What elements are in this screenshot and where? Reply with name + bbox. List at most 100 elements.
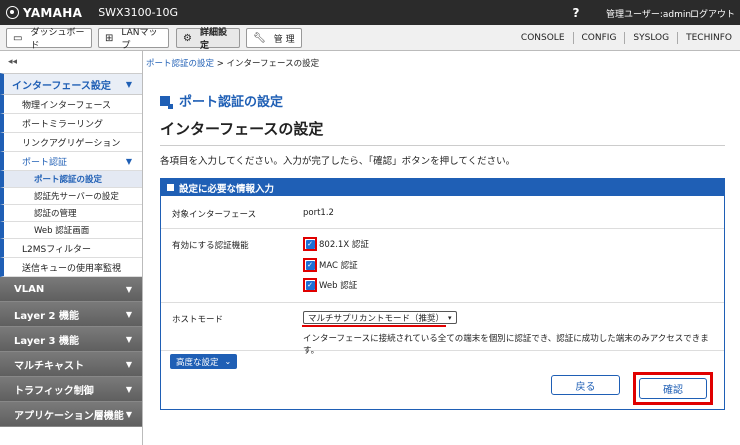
tab-label: LANマップ <box>121 28 158 51</box>
caret-down-icon: ▼ <box>125 334 132 344</box>
confirm-highlight: 確認 <box>633 372 713 405</box>
top-bar: YAMAHA SWX3100-10G ? 管理ユーザー:admin ログアウト <box>0 0 740 25</box>
sidebar-subitem-auth-management[interactable]: 認証の管理 <box>0 205 142 222</box>
sidebar-subitem-web-auth-screen[interactable]: Web 認証画面 <box>0 222 142 239</box>
config-link[interactable]: CONFIG <box>572 32 625 44</box>
row-target-interface: 対象インターフェース port1.2 <box>161 196 724 229</box>
tab-management[interactable]: 🔧︎ 管 理 <box>246 28 302 48</box>
yamaha-logo-icon <box>6 6 19 19</box>
group-label: VLAN <box>14 283 45 295</box>
input-panel: 設定に必要な情報入力 対象インターフェース port1.2 有効にする認証機能 … <box>160 178 725 410</box>
caret-down-icon: ▼ <box>125 156 132 166</box>
checkbox-web[interactable]: ✓ Web 認証 <box>303 278 357 292</box>
brand-name: YAMAHA <box>23 5 83 20</box>
techinfo-link[interactable]: TECHINFO <box>677 32 740 44</box>
row-auth-functions: 有効にする認証機能 ✓ 802.1X 認証 ✓ MAC 認証 ✓ Web 認証 <box>161 229 724 303</box>
group-label: Layer 2 機能 <box>14 310 79 322</box>
sidebar-collapse-button[interactable]: ◂◂ <box>0 51 142 73</box>
sidebar-item-l2ms-filter[interactable]: L2MSフィルター <box>0 239 142 258</box>
checkbox-label: 802.1X 認証 <box>319 240 369 250</box>
syslog-link[interactable]: SYSLOG <box>624 32 677 44</box>
gear-icon: ⚙ <box>183 32 192 44</box>
console-link[interactable]: CONSOLE <box>513 32 573 44</box>
checkbox-label: Web 認証 <box>319 281 358 291</box>
sidebar-group-traffic[interactable]: トラフィック制御 ▼ <box>0 377 142 402</box>
host-label: ホストモード <box>172 315 224 325</box>
breadcrumb-link[interactable]: ポート認証の設定 <box>146 59 214 69</box>
target-label: 対象インターフェース <box>172 210 257 220</box>
caret-down-icon: ▼ <box>125 309 132 319</box>
check-icon: ✓ <box>305 280 315 290</box>
checkbox-highlight: ✓ <box>303 237 317 251</box>
brand: YAMAHA <box>0 6 82 20</box>
advanced-label: 高度な設定 <box>176 357 219 368</box>
breadcrumb: ポート認証の設定 > インターフェースの設定 <box>146 57 319 69</box>
section-square-icon <box>160 95 173 109</box>
sidebar: ◂◂ インターフェース設定 ▼ 物理インターフェース ポートミラーリング リンク… <box>0 51 143 445</box>
tab-advanced-settings[interactable]: ⚙ 詳細設定 <box>176 28 240 51</box>
checkbox-highlight: ✓ <box>303 278 317 292</box>
caret-down-icon: ▼ <box>125 359 132 369</box>
sidebar-group-application[interactable]: アプリケーション層機能 ▼ <box>0 402 142 427</box>
divider <box>160 145 725 146</box>
wrench-icon: 🔧︎ <box>253 32 266 44</box>
group-label: トラフィック制御 <box>14 385 94 397</box>
group-label: アプリケーション層機能 <box>14 410 124 422</box>
sidebar-item-queue-monitor[interactable]: 送信キューの使用率監視 <box>0 258 142 277</box>
group-label: Layer 3 機能 <box>14 335 79 347</box>
tab-bar: ▭ ダッシュボード ⊞ LANマップ ⚙ 詳細設定 🔧︎ 管 理 CONSOLE… <box>0 25 740 51</box>
sidebar-item-link-aggregation[interactable]: リンクアグリゲーション <box>0 133 142 152</box>
sidebar-group-multicast[interactable]: マルチキャスト ▼ <box>0 352 142 377</box>
sidebar-section-interface[interactable]: インターフェース設定 ▼ <box>0 73 142 95</box>
chevron-down-icon: ▾ <box>448 313 452 322</box>
caret-down-icon: ▼ <box>125 409 132 419</box>
page-title: インターフェースの設定 <box>160 120 324 138</box>
checkbox-mac[interactable]: ✓ MAC 認証 <box>303 258 358 272</box>
model-name: SWX3100-10G <box>98 6 179 19</box>
sidebar-subitem-port-auth-settings[interactable]: ポート認証の設定 <box>0 171 142 188</box>
row-host-mode: ホストモード マルチサプリカントモード（推奨） ▾ インターフェースに接続されて… <box>161 303 724 356</box>
tab-label: 管 理 <box>273 34 295 45</box>
breadcrumb-separator: > <box>214 59 227 69</box>
back-button[interactable]: 戻る <box>551 375 620 395</box>
group-label: マルチキャスト <box>14 360 84 372</box>
panel-header: 設定に必要な情報入力 <box>161 179 724 196</box>
sidebar-subitem-auth-server[interactable]: 認証先サーバーの設定 <box>0 188 142 205</box>
select-value: マルチサプリカントモード（推奨） <box>308 313 445 324</box>
advanced-settings-button[interactable]: 高度な設定 ⌄ <box>170 354 238 369</box>
user-info: 管理ユーザー:admin <box>606 10 692 20</box>
sidebar-section-label: インターフェース設定 <box>12 80 111 92</box>
section-title: ポート認証の設定 <box>160 91 283 110</box>
panel-title: 設定に必要な情報入力 <box>179 183 275 195</box>
host-mode-hint: インターフェースに接続されている全ての端末を個別に認証でき、認証に成功した端末の… <box>303 334 709 356</box>
breadcrumb-current: インターフェースの設定 <box>226 59 320 69</box>
logout-link[interactable]: ログアウト <box>690 7 735 20</box>
sidebar-group-layer3[interactable]: Layer 3 機能 ▼ <box>0 327 142 352</box>
check-icon: ✓ <box>305 260 315 270</box>
caret-down-icon: ▼ <box>125 284 132 294</box>
tab-label: ダッシュボード <box>30 28 85 51</box>
sidebar-item-label: ポート認証 <box>22 157 68 168</box>
checkbox-label: MAC 認証 <box>319 261 358 271</box>
section-title-text: ポート認証の設定 <box>179 95 284 110</box>
caret-down-icon: ▼ <box>125 384 132 394</box>
sidebar-item-port-auth[interactable]: ポート認証 ▼ <box>0 152 142 171</box>
host-mode-select[interactable]: マルチサプリカントモード（推奨） ▾ <box>303 311 457 324</box>
sidebar-item-physical[interactable]: 物理インターフェース <box>0 95 142 114</box>
check-icon: ✓ <box>305 239 315 249</box>
checkbox-highlight: ✓ <box>303 258 317 272</box>
square-icon <box>167 184 174 191</box>
sidebar-group-vlan[interactable]: VLAN ▼ <box>0 277 142 302</box>
tab-lanmap[interactable]: ⊞ LANマップ <box>98 28 169 51</box>
target-value: port1.2 <box>303 208 334 218</box>
instruction-text: 各項目を入力してください。入力が完了したら、「確認」ボタンを押してください。 <box>160 156 516 167</box>
help-button[interactable]: ? <box>562 0 590 25</box>
tab-dashboard[interactable]: ▭ ダッシュボード <box>6 28 92 51</box>
top-links: CONSOLE CONFIG SYSLOG TECHINFO <box>513 25 740 51</box>
tab-label: 詳細設定 <box>199 28 227 51</box>
sidebar-item-mirroring[interactable]: ポートミラーリング <box>0 114 142 133</box>
confirm-button[interactable]: 確認 <box>639 378 707 399</box>
sidebar-group-layer2[interactable]: Layer 2 機能 ▼ <box>0 302 142 327</box>
chevron-down-icon: ⌄ <box>224 357 232 366</box>
checkbox-8021x[interactable]: ✓ 802.1X 認証 <box>303 237 369 251</box>
